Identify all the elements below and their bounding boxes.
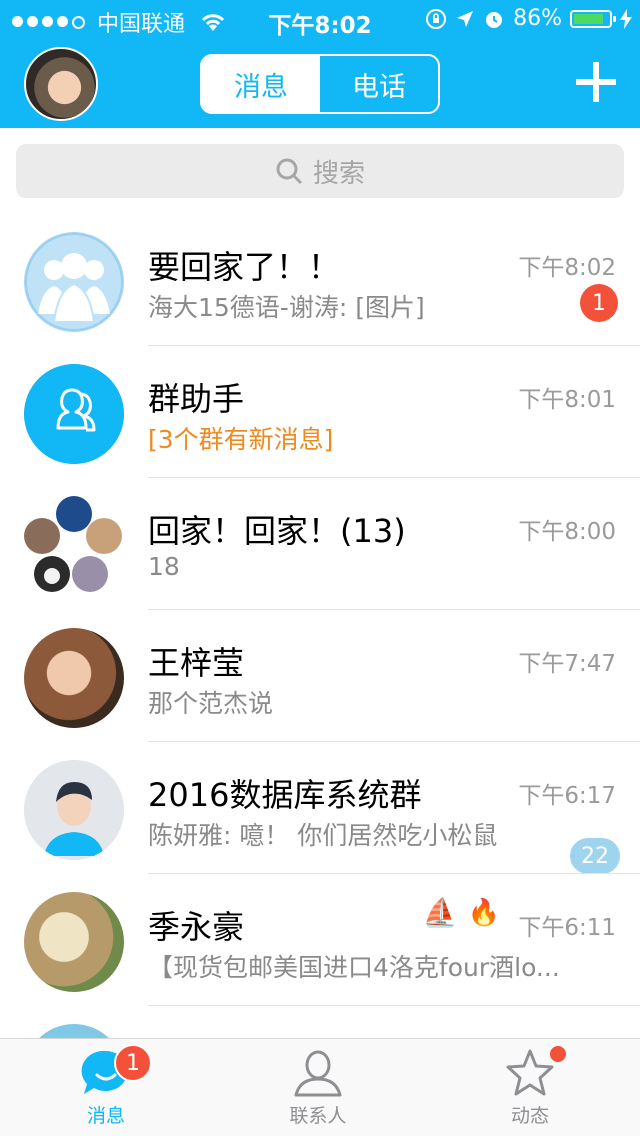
search-input[interactable]: 搜索	[16, 144, 624, 198]
conversation-time: 下午8:01	[518, 387, 616, 413]
conversation-item[interactable]: 回家！回家！(13) 18 下午8:00	[0, 478, 640, 610]
battery-level-fill	[574, 13, 604, 24]
contact-person-icon	[294, 1050, 342, 1097]
conversation-preview: 【现货包邮美国进口4洛克four酒lo...	[148, 953, 560, 982]
tab-messages[interactable]: 消息	[202, 56, 320, 112]
group-avatar-icon	[24, 232, 124, 332]
plus-icon[interactable]	[576, 62, 616, 102]
charging-bolt-icon	[620, 8, 632, 29]
conversation-name: 群助手	[148, 380, 245, 418]
tab-label: 动态	[510, 1105, 549, 1127]
battery-icon	[570, 9, 616, 28]
my-avatar[interactable]	[24, 47, 98, 121]
tab-label: 联系人	[289, 1105, 347, 1127]
conversation-preview: [3个群有新消息]	[148, 425, 334, 454]
conversation-preview: 陈妍雅: 噫！ 你们居然吃小松鼠	[148, 821, 498, 850]
conversation-list: 要回家了！！ 海大15德语-谢涛: [图片] 下午8:02 1 群助手 [3个群…	[0, 214, 640, 1006]
fire-icon: 🔥	[467, 897, 500, 928]
conversation-time: 下午7:47	[518, 651, 616, 677]
tab-unread-badge: 1	[114, 1044, 152, 1082]
notification-dot	[550, 1046, 566, 1062]
status-bar: 中国联通 下午8:02 86%	[0, 0, 640, 40]
bottom-tab-bar: 消息 联系人 动态	[0, 1038, 640, 1136]
conversation-item[interactable]: 季永豪 ⛵ 🔥 【现货包邮美国进口4洛克four酒lo... 下午6:11	[0, 874, 640, 1006]
conversation-name: 回家！回家！(13)	[148, 512, 406, 550]
location-arrow-icon	[457, 10, 474, 27]
battery-percent: 86%	[513, 6, 562, 31]
conversation-time: 下午6:17	[518, 783, 616, 809]
search-placeholder: 搜索	[312, 158, 365, 189]
conversation-item[interactable]: 要回家了！！ 海大15德语-谢涛: [图片] 下午8:02 1	[0, 214, 640, 346]
partial-conversation-item[interactable]	[0, 1006, 640, 1038]
conversation-name: 要回家了！！	[148, 248, 341, 286]
conversation-name: 季永豪	[148, 908, 245, 946]
partial-avatar	[24, 1024, 124, 1038]
status-emojis: ⛵ 🔥	[423, 896, 500, 929]
conversation-item[interactable]: 王梓莹 那个范杰说 下午7:47	[0, 610, 640, 742]
alarm-icon	[486, 11, 503, 28]
conversation-item[interactable]: 群助手 [3个群有新消息] 下午8:01	[0, 346, 640, 478]
tab-messages-bottom[interactable]: 消息	[26, 1047, 186, 1128]
conversation-name: 王梓莹	[148, 644, 245, 682]
conversation-preview: 那个范杰说	[148, 689, 274, 718]
sailboat-icon: ⛵	[422, 896, 458, 929]
conversation-time: 下午6:11	[518, 915, 616, 941]
conversation-name: 2016数据库系统群	[148, 776, 422, 814]
unread-badge: 1	[580, 284, 618, 322]
contact-avatar	[24, 628, 124, 728]
tab-moments[interactable]: 动态	[450, 1047, 610, 1128]
star-icon	[506, 1049, 554, 1096]
group-collage-avatar	[24, 496, 124, 596]
conversation-time: 下午8:02	[518, 255, 616, 281]
default-user-avatar-icon	[24, 760, 124, 860]
tab-label: 消息	[86, 1105, 125, 1127]
conversation-preview: 18	[148, 552, 180, 581]
group-assistant-icon	[24, 364, 124, 464]
tab-contacts[interactable]: 联系人	[238, 1047, 398, 1128]
tab-calls[interactable]: 电话	[320, 56, 438, 112]
unread-count-badge: 22	[570, 838, 620, 874]
top-header: 中国联通 下午8:02 86% 消息 电话	[0, 0, 640, 128]
message-call-switch: 消息 电话	[200, 54, 440, 114]
status-right: 86%	[425, 6, 632, 31]
conversation-preview: 海大15德语-谢涛: [图片]	[148, 293, 425, 322]
search-icon	[276, 158, 303, 185]
conversation-item[interactable]: 2016数据库系统群 陈妍雅: 噫！ 你们居然吃小松鼠 下午6:17 22	[0, 742, 640, 874]
contact-avatar	[24, 892, 124, 992]
search-area: 搜索	[0, 128, 640, 208]
rotation-lock-icon	[426, 8, 447, 29]
conversation-time: 下午8:00	[518, 519, 616, 545]
